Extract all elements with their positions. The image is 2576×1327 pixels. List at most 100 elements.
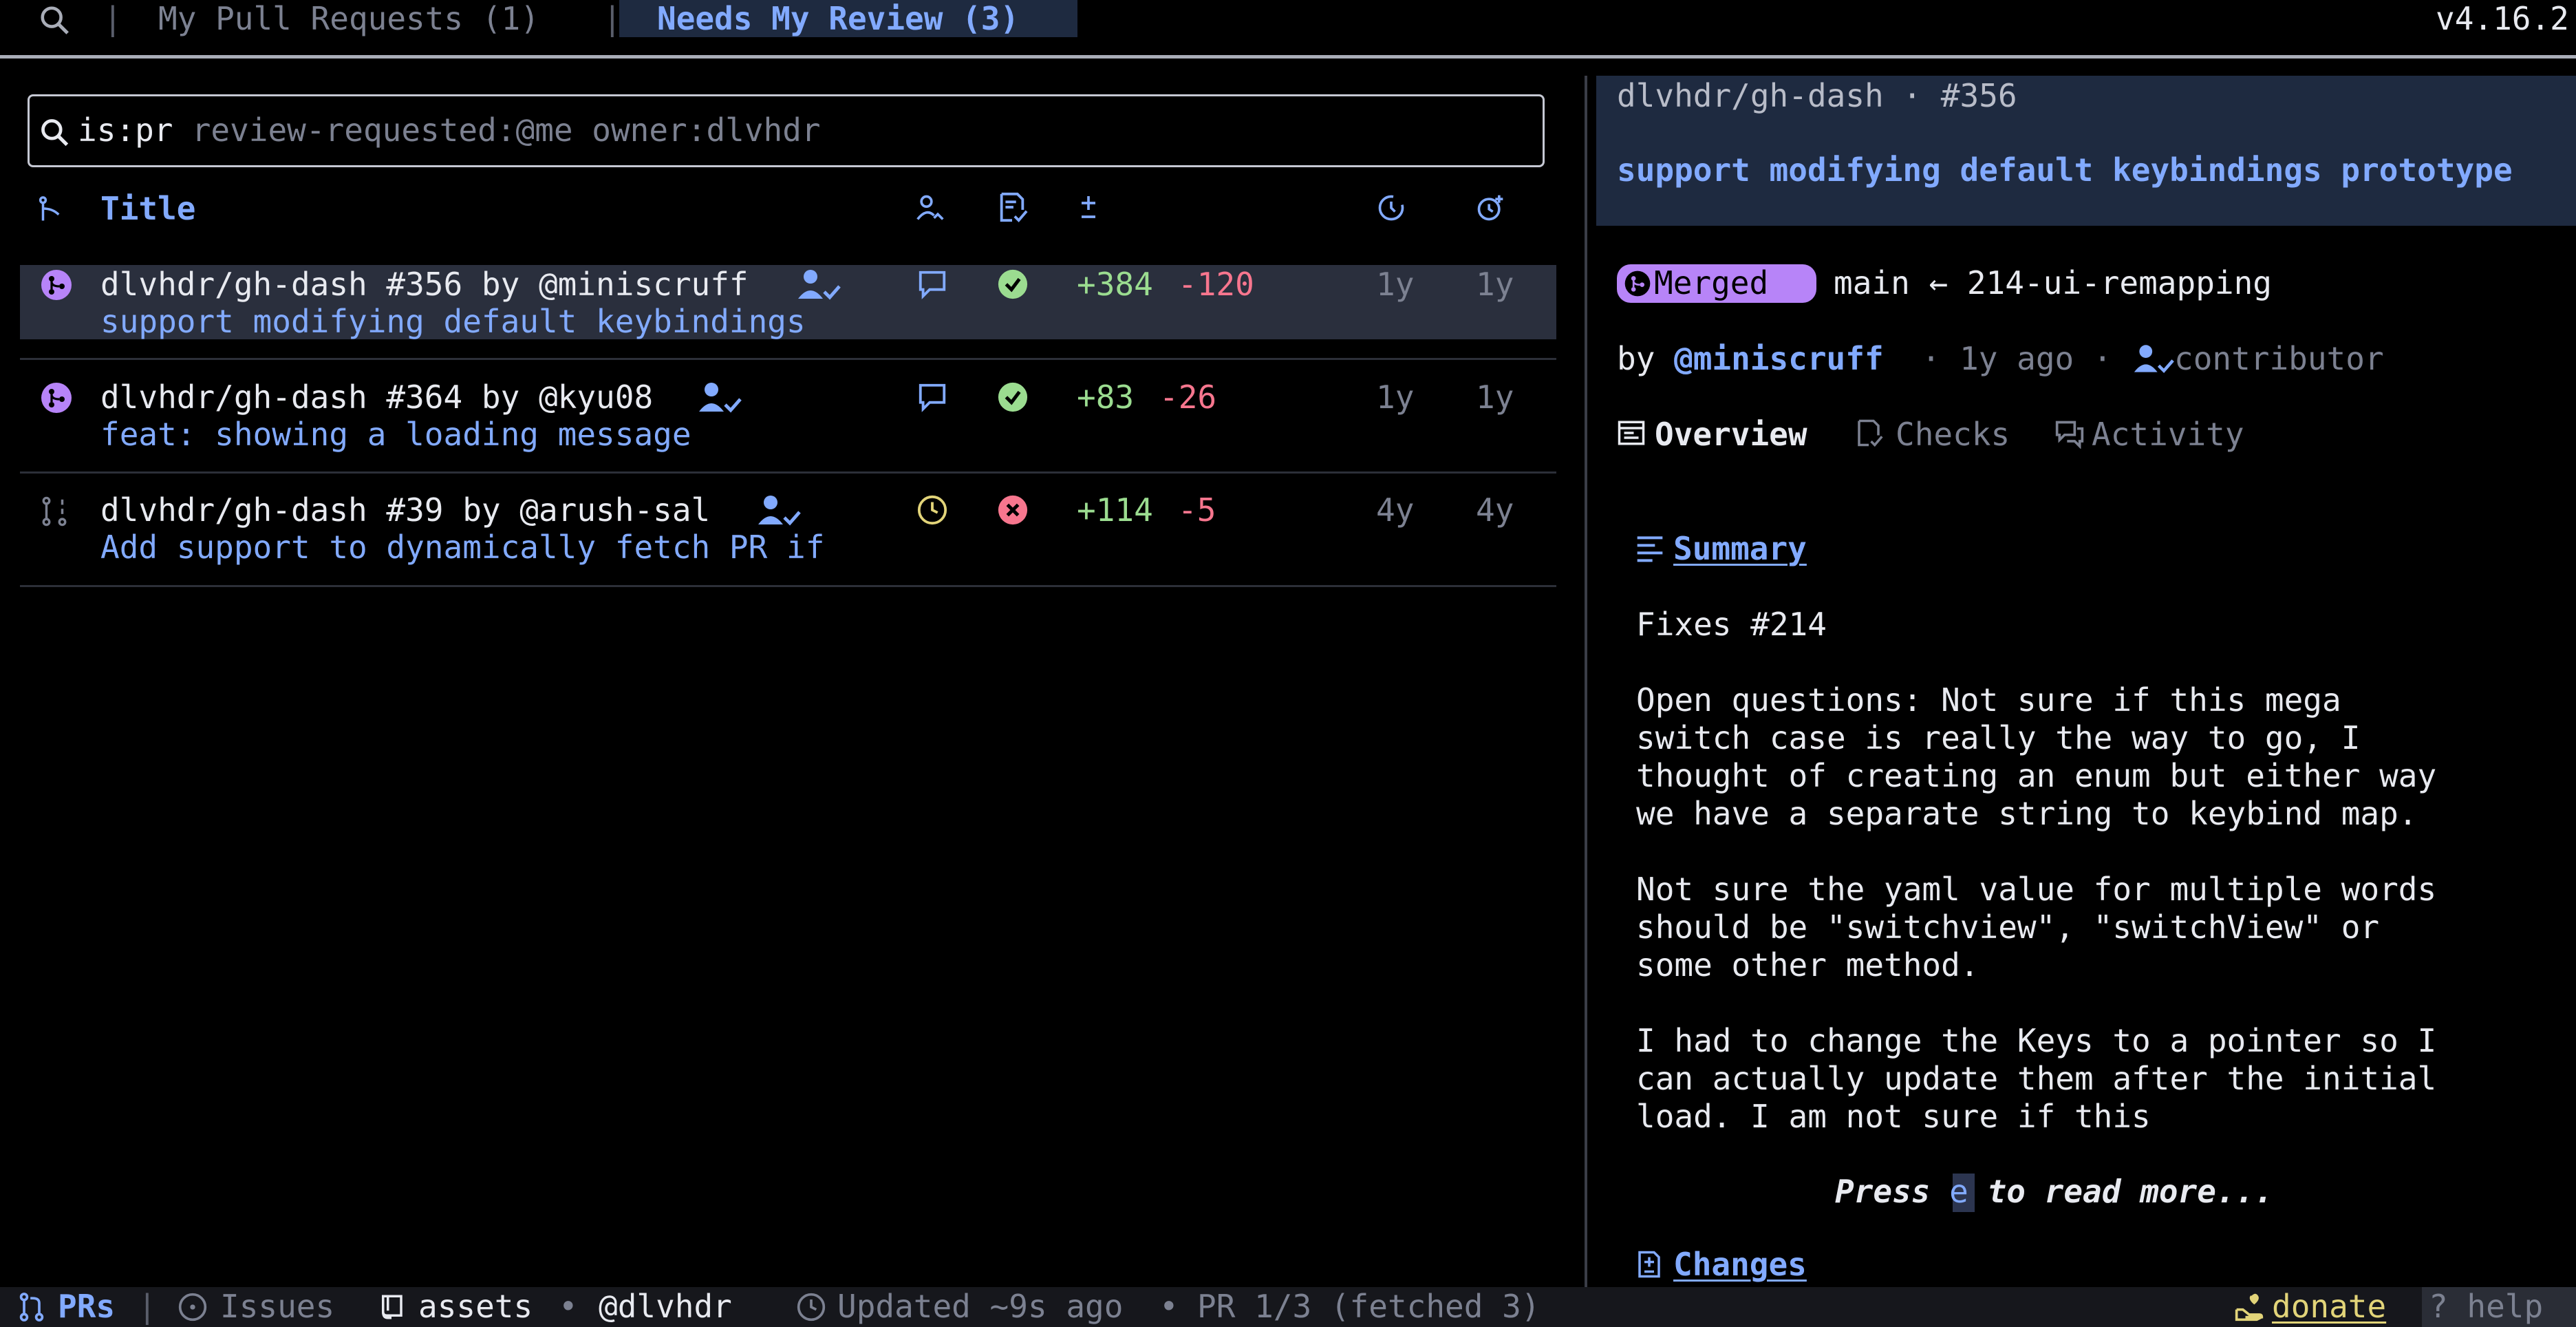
- tab-underline: [0, 55, 2576, 59]
- summary-heading: Summary: [1673, 530, 1807, 567]
- read-more-hint[interactable]: Press e to read more...: [1835, 1173, 2273, 1210]
- search-icon: [41, 119, 69, 147]
- pr-body-line: switch case is really the way to go, I: [1636, 719, 2361, 756]
- review-requested-icon: [699, 383, 742, 413]
- column-title[interactable]: Title: [100, 190, 195, 227]
- status-repo: assets: [418, 1288, 533, 1325]
- help-button[interactable]: ? help: [2429, 1288, 2543, 1325]
- pr-state-column-icon: [39, 196, 60, 221]
- detail-branches: main ← 214-ui-remapping: [1834, 264, 2272, 301]
- checks-column-icon: [1000, 192, 1028, 222]
- tab-separator: |: [103, 0, 122, 37]
- checks-icon: [1858, 419, 1883, 447]
- pr-body-line: can actually update them after the initi…: [1636, 1060, 2437, 1097]
- ci-success-icon: [998, 269, 1028, 299]
- pending-review-icon: [917, 495, 947, 525]
- pr-body-line: [1636, 644, 2436, 681]
- repo-icon: [382, 1295, 402, 1319]
- detail-repo: dlvhdr/gh-dash · #356: [1617, 77, 2017, 114]
- row-divider: [20, 585, 1556, 587]
- row-updated: 1y: [1376, 379, 1415, 416]
- pr-body: Fixes #214 Open questions: Not sure if t…: [1636, 606, 2436, 1136]
- row-repo-line: dlvhdr/gh-dash #364 by @kyu08: [100, 379, 654, 416]
- draft-pr-icon: [42, 496, 67, 527]
- status-issues-tab[interactable]: Issues: [220, 1288, 334, 1325]
- created-column-icon: [1477, 195, 1503, 221]
- pr-body-line: thought of creating an enum but either w…: [1636, 757, 2437, 794]
- tab-bar: | My Pull Requests (1) | Needs My Review…: [0, 0, 2576, 39]
- status-dot: •: [559, 1288, 578, 1325]
- row-divider: [20, 358, 1556, 360]
- tab-my-pull-requests[interactable]: My Pull Requests (1): [158, 0, 539, 37]
- pull-request-icon: [19, 1293, 44, 1321]
- row-additions: +384: [1077, 266, 1153, 303]
- ci-success-icon: [998, 382, 1028, 412]
- pane-divider[interactable]: [1585, 76, 1587, 1287]
- status-prs-tab[interactable]: PRs: [58, 1288, 115, 1325]
- pr-body-line: Fixes #214: [1636, 606, 1827, 643]
- pr-body-line: should be "switchview", "switchView" or: [1636, 909, 2380, 946]
- read-more-suffix: to read more...: [1968, 1173, 2273, 1210]
- updated-column-icon: [1378, 195, 1404, 221]
- detail-author[interactable]: @miniscruff: [1674, 340, 1884, 377]
- merged-label: Merged: [1654, 264, 1769, 301]
- review-requested-icon: [798, 270, 841, 300]
- review-requested-icon: [758, 496, 801, 526]
- pr-body-line: load. I am not sure if this: [1636, 1098, 2151, 1135]
- search-prefix: is:pr: [78, 112, 173, 149]
- donate-link[interactable]: donate: [2272, 1288, 2386, 1325]
- row-repo-line: dlvhdr/gh-dash #39 by @arush-sal: [100, 491, 711, 529]
- detail-role: contributor: [2174, 340, 2384, 377]
- detail-tab-overview[interactable]: Overview: [1655, 416, 1807, 453]
- summary-icon: [1637, 536, 1663, 562]
- row-title: support modifying default keybindings: [100, 303, 806, 340]
- ci-failure-icon: [998, 495, 1028, 525]
- read-more-prefix: Press: [1835, 1173, 1950, 1210]
- detail-tab-activity[interactable]: Activity: [2092, 416, 2244, 453]
- row-title: feat: showing a loading message: [100, 416, 691, 453]
- search-bar[interactable]: is:pr review-requested:@me owner:dlvhdr: [28, 94, 1545, 167]
- row-deletions: -120: [1178, 266, 1254, 303]
- changes-heading[interactable]: Changes: [1673, 1246, 1807, 1283]
- detail-tab-checks[interactable]: Checks: [1896, 416, 2010, 453]
- read-more-key: e: [1949, 1173, 1968, 1210]
- row-deletions: -5: [1178, 491, 1216, 529]
- row-additions: +83: [1077, 379, 1135, 416]
- row-created: 1y: [1476, 379, 1514, 416]
- merged-pr-icon: [41, 383, 72, 413]
- row-divider: [20, 471, 1556, 474]
- status-updated: Updated ~9s ago: [837, 1288, 1124, 1325]
- reviewer-column-icon: [916, 195, 944, 220]
- pr-body-line: I had to change the Keys to a pointer so…: [1636, 1022, 2437, 1059]
- diff-column-icon: [1082, 196, 1095, 218]
- overview-icon: [1618, 421, 1645, 445]
- merged-pr-icon: [41, 270, 72, 300]
- row-created: 1y: [1476, 266, 1514, 303]
- status-dot: •: [1159, 1288, 1179, 1325]
- row-additions: +114: [1077, 491, 1153, 529]
- version-label: v4.16.2: [2436, 0, 2569, 37]
- pr-body-line: some other method.: [1636, 946, 1979, 984]
- pr-body-line: [1636, 833, 2436, 871]
- changes-icon: [1638, 1251, 1660, 1278]
- status-separator: |: [138, 1288, 157, 1325]
- row-created: 4y: [1476, 491, 1514, 529]
- donate-icon: [2235, 1293, 2264, 1321]
- pr-body-line: Open questions: Not sure if this mega: [1636, 681, 2341, 719]
- comment-icon: [919, 383, 946, 412]
- row-title: Add support to dynamically fetch PR if: [100, 529, 825, 566]
- activity-icon: [2055, 421, 2084, 449]
- detail-by: by: [1617, 340, 1675, 377]
- search-icon[interactable]: [39, 4, 70, 36]
- contributor-icon: [2134, 345, 2174, 374]
- merged-icon: [1624, 270, 1651, 297]
- clock-icon: [797, 1293, 826, 1321]
- detail-ago: · 1y ago ·: [1902, 340, 2132, 377]
- merged-badge: Merged: [1617, 264, 1816, 303]
- row-repo-line: dlvhdr/gh-dash #356 by @miniscruff: [100, 266, 749, 303]
- detail-title: support modifying default keybindings pr…: [1617, 151, 2513, 189]
- pr-body-line: [1636, 984, 2436, 1022]
- status-pr-count: PR 1/3 (fetched 3): [1197, 1288, 1541, 1325]
- row-updated: 1y: [1376, 266, 1415, 303]
- tab-needs-my-review[interactable]: Needs My Review (3): [657, 0, 1019, 37]
